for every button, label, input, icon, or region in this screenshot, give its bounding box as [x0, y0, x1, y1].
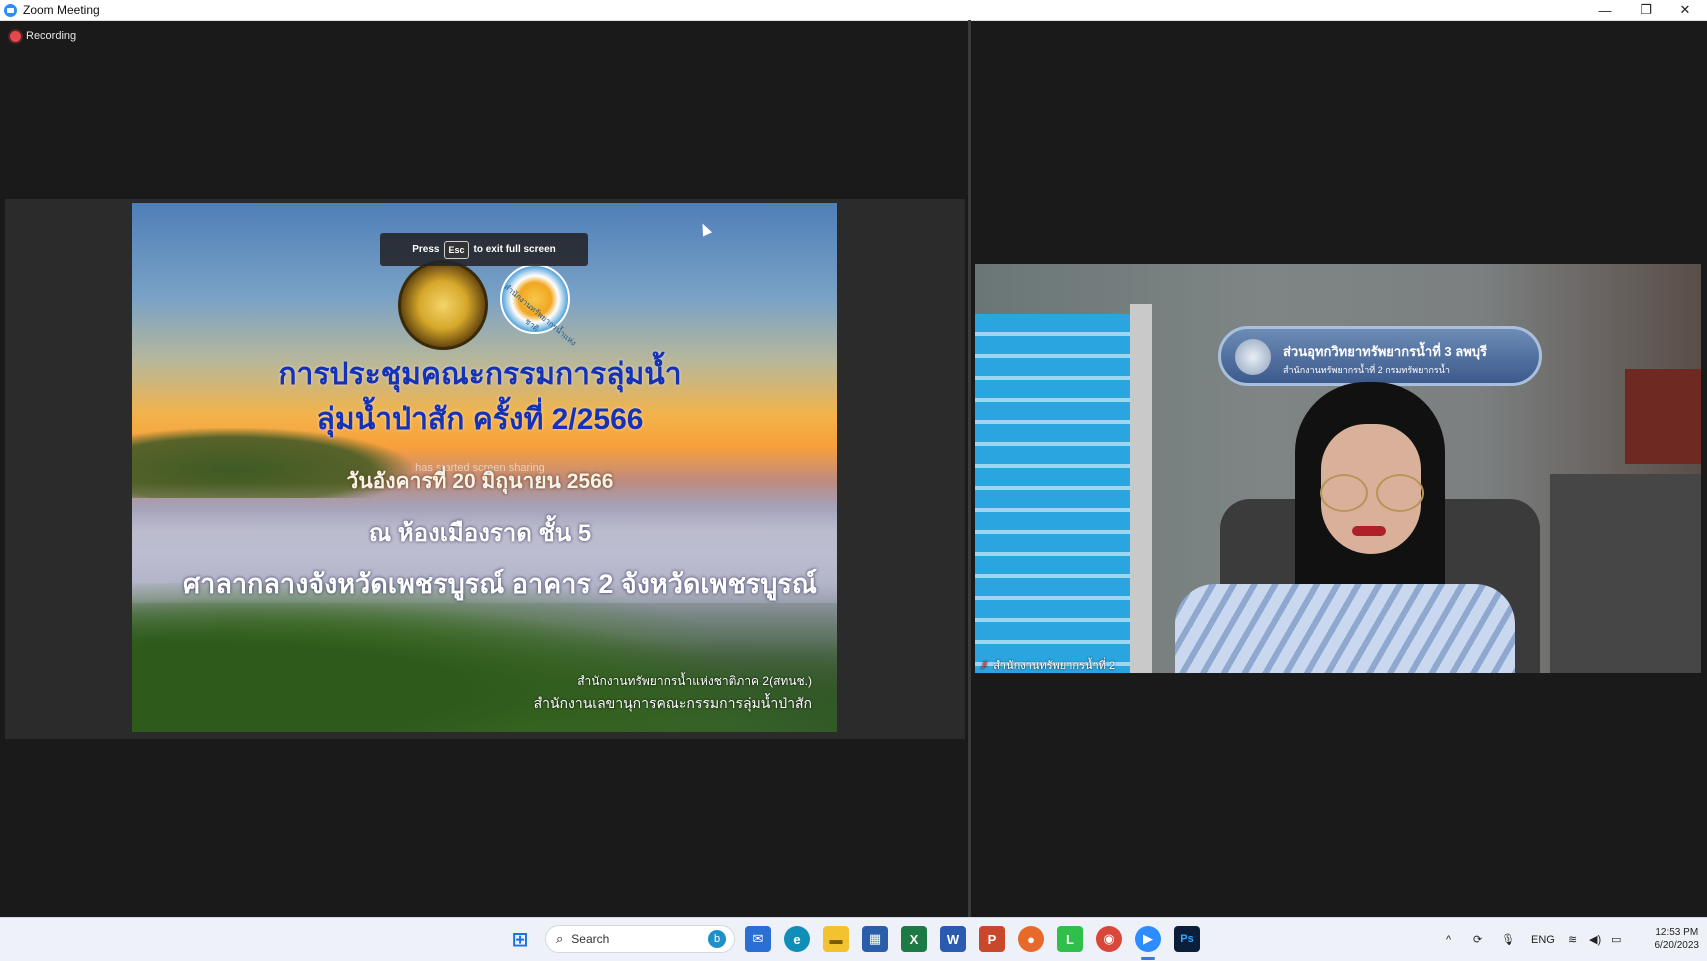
slide-hall: ศาลากลางจังหวัดเพชรบูรณ์ อาคาร 2 จังหวัด… [183, 569, 817, 599]
participant-name: สำนักงานทรัพยากรน้ำที่ 2 [993, 660, 1116, 672]
window-frame-image [1130, 304, 1152, 673]
wifi-icon[interactable]: ≋ [1568, 918, 1577, 961]
powerpoint-app-icon[interactable]: P [979, 926, 1005, 952]
mail-app-icon[interactable]: ✉ [745, 926, 771, 952]
window-title: Zoom Meeting [23, 3, 100, 17]
bing-icon[interactable]: b [708, 930, 726, 948]
recording-dot-icon [10, 30, 21, 42]
zoom-taskbar-icon[interactable]: ▶ [1135, 926, 1161, 952]
esc-press-label: Press [412, 244, 440, 255]
slide-org-line2: สำนักงานเลขานุการคณะกรรมการลุ่มน้ำป่าสัก [533, 695, 812, 711]
exit-fullscreen-banner[interactable]: Press Esc to exit full screen [380, 233, 588, 266]
line-app-icon[interactable]: L [1057, 926, 1083, 952]
file-explorer-app-icon[interactable]: ▬ [823, 926, 849, 952]
taskbar-search[interactable]: ⌕ Search b [545, 925, 735, 953]
sign-line1: ส่วนอุทกวิทยาทรัพยากรน้ำที่ 3 ลพบุรี [1283, 344, 1488, 359]
sign-logo-icon [1235, 339, 1271, 375]
close-button[interactable]: ✕ [1665, 0, 1705, 20]
wall-frame-image [1625, 369, 1701, 464]
cabinet-image [1550, 474, 1701, 673]
participant-body-image [1175, 584, 1515, 673]
recording-indicator[interactable]: Recording [10, 30, 76, 42]
lips-image [1352, 526, 1386, 536]
slide-org-line1: สำนักงานทรัพยากรน้ำแห่งชาติภาค 2(สทนช.) [577, 674, 812, 688]
search-icon: ⌕ [556, 931, 564, 946]
esc-key-badge: Esc [444, 240, 469, 259]
zoom-app-icon [4, 3, 17, 17]
participant-name-tag: ✗ สำนักงานทรัพยากรน้ำที่ 2 [980, 656, 1115, 674]
glasses-image [1320, 474, 1424, 512]
mic-muted-icon: ✗ [980, 659, 990, 672]
window-blinds-image [975, 314, 1130, 673]
window-titlebar: Zoom Meeting — ❐ ✕ [0, 0, 1707, 21]
esc-suffix-label: to exit full screen [473, 244, 556, 255]
panel-divider[interactable] [968, 20, 971, 917]
start-button[interactable]: ⊞ [507, 926, 533, 952]
government-emblem-icon [398, 260, 488, 350]
taskbar-clock[interactable]: 12:53 PM 6/20/2023 [1655, 926, 1700, 952]
firefox-app-icon[interactable]: ● [1018, 926, 1044, 952]
office-sign: ส่วนอุทกวิทยาทรัพยากรน้ำที่ 3 ลพบุรี สำน… [1218, 326, 1542, 386]
battery-icon[interactable]: ▭ [1611, 918, 1621, 961]
tray-overflow-chevron-icon[interactable]: ^ [1446, 918, 1451, 961]
maximize-button[interactable]: ❐ [1626, 0, 1666, 20]
store-app-icon[interactable]: ▦ [862, 926, 888, 952]
windows-taskbar: ⊞ ⌕ Search b ✉ e ▬ ▦ X W P ● L ◉ ▶ Ps ^ … [0, 917, 1707, 961]
chrome-app-icon[interactable]: ◉ [1096, 926, 1122, 952]
microphone-icon[interactable]: 🎙 [1501, 918, 1515, 961]
photoshop-app-icon[interactable]: Ps [1174, 926, 1200, 952]
search-placeholder: Search [571, 932, 610, 946]
slide-date: วันอังคารที่ 20 มิถุนายน 2566 [346, 470, 614, 493]
recording-label: Recording [26, 30, 77, 42]
sign-line2: สำนักงานทรัพยากรน้ำที่ 2 กรมทรัพยากรน้ำ [1283, 365, 1450, 375]
slide-title-line2: ลุ่มน้ำป่าสัก ครั้งที่ 2/2566 [316, 403, 644, 436]
word-app-icon[interactable]: W [940, 926, 966, 952]
clock-date: 6/20/2023 [1654, 940, 1700, 951]
sync-icon[interactable]: ⟳ [1473, 918, 1482, 961]
clock-time: 12:53 PM [1655, 927, 1699, 938]
slide-title-line1: การประชุมคณะกรรมการลุ่มน้ำ [278, 358, 682, 391]
participant-video-tile[interactable]: ส่วนอุทกวิทยาทรัพยากรน้ำที่ 3 ลพบุรี สำน… [975, 264, 1701, 673]
edge-app-icon[interactable]: e [784, 926, 810, 952]
minimize-button[interactable]: — [1585, 0, 1625, 20]
volume-icon[interactable]: ◀) [1589, 918, 1601, 961]
excel-app-icon[interactable]: X [901, 926, 927, 952]
slide-room: ณ ห้องเมืองราด ชั้น 5 [368, 520, 592, 547]
language-indicator[interactable]: ENG [1531, 918, 1555, 961]
